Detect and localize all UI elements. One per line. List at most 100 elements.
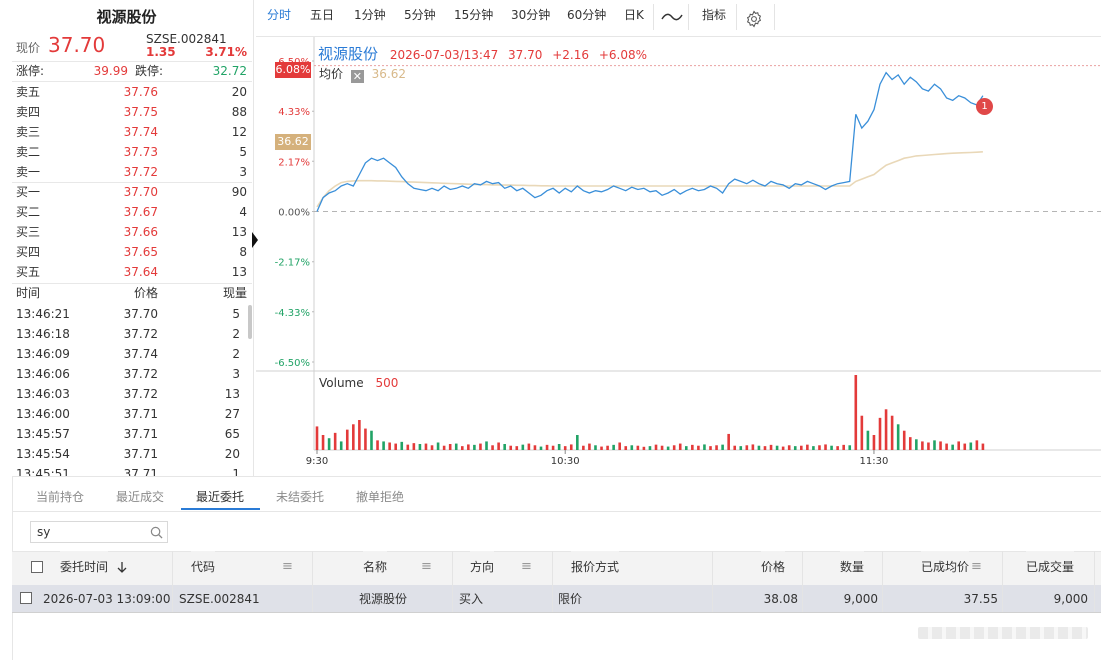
volume-bar <box>945 443 948 450</box>
select-all-checkbox[interactable] <box>31 561 43 573</box>
volume-bar <box>648 446 652 450</box>
tab-positions[interactable]: 当前持仓 <box>36 488 84 505</box>
volume-value: 500 <box>375 376 399 390</box>
table-row[interactable] <box>12 585 1101 613</box>
line-style-icon[interactable] <box>661 10 683 24</box>
volume-bar <box>921 441 924 450</box>
table-scrollbar[interactable] <box>918 627 1088 639</box>
col-avg-fill-menu-icon[interactable]: ≡ <box>971 559 982 574</box>
orderbook-row[interactable]: 卖三 37.74 12 <box>0 122 253 142</box>
row-checkbox[interactable] <box>20 592 32 604</box>
settings-gear-icon[interactable] <box>745 10 763 28</box>
order-search-box[interactable] <box>30 521 168 543</box>
volume-bar <box>709 446 712 450</box>
volume-bar <box>400 441 404 450</box>
tab-recent-orders[interactable]: 最近委托 <box>196 488 244 505</box>
tick-price: 37.70 <box>123 307 158 321</box>
orderbook-row[interactable]: 买三 37.66 13 <box>0 222 253 242</box>
tick-row: 13:46:00 37.71 27 <box>0 404 246 424</box>
tab-recent-trades[interactable]: 最近成交 <box>116 488 164 505</box>
volume-bar <box>896 424 900 450</box>
tab-open-orders[interactable]: 未结委托 <box>276 488 324 505</box>
volume-bar <box>787 445 791 450</box>
orderbook-price: 37.65 <box>123 245 158 259</box>
orderbook-volume: 12 <box>231 125 247 139</box>
orderbook-row[interactable]: 卖五 37.76 20 <box>0 82 253 102</box>
chart-info-line: 视源股份 2026-07-03/13:47 37.70 +2.16 +6.08% <box>318 43 647 64</box>
tab-15min[interactable]: 15分钟 <box>454 6 493 23</box>
col-quantity[interactable]: 数量 <box>840 551 865 584</box>
y-tick-label: -4.33% <box>275 308 310 319</box>
orderbook-row[interactable]: 买二 37.67 4 <box>0 202 253 222</box>
tick-list-scrollbar[interactable] <box>248 305 252 339</box>
tab-30min[interactable]: 30分钟 <box>511 6 550 23</box>
indicator-button[interactable]: 指标 <box>702 6 726 23</box>
col-price[interactable]: 价格 <box>761 551 786 584</box>
orderbook-price: 37.74 <box>123 125 158 139</box>
tick-volume: 2 <box>232 327 240 341</box>
tab-5min[interactable]: 5分钟 <box>404 6 436 23</box>
order-search-input[interactable] <box>37 524 145 540</box>
volume-bar <box>527 443 531 450</box>
x-tick-label: 10:30 <box>551 456 580 467</box>
tab-cancel-rejected[interactable]: 撤单拒绝 <box>356 488 404 505</box>
orderbook-price: 37.67 <box>123 205 158 219</box>
avg-legend: 均价 ✕ 36.62 <box>319 65 406 83</box>
event-marker[interactable]: 1 <box>976 98 993 115</box>
price-change-pct: 3.71% <box>205 45 247 59</box>
volume-bar <box>612 444 615 450</box>
row-price: 38.08 <box>763 592 798 606</box>
search-icon[interactable] <box>150 526 163 539</box>
col-code[interactable]: 代码 <box>191 551 216 584</box>
tab-timeshare[interactable]: 分时 <box>267 6 291 23</box>
ticks-header-price: 价格 <box>133 286 158 300</box>
volume-bar <box>793 446 797 450</box>
limit-down-value: 32.72 <box>212 64 247 78</box>
orderbook-level: 卖三 <box>16 125 41 139</box>
tick-volume: 2 <box>232 347 240 361</box>
intraday-chart[interactable]: 6.50%4.33%2.17%0.00%-2.17%-4.33%-6.50%9:… <box>256 37 1101 474</box>
tab-60min[interactable]: 60分钟 <box>567 6 606 23</box>
tab-1min[interactable]: 1分钟 <box>354 6 386 23</box>
orderbook-level: 卖二 <box>16 145 41 159</box>
col-direction-menu-icon[interactable]: ≡ <box>521 559 532 574</box>
col-price-type[interactable]: 报价方式 <box>571 551 620 584</box>
col-order-time[interactable]: 委托时间 <box>60 551 109 584</box>
row-price-type: 限价 <box>558 592 583 606</box>
row-order-time: 2026-07-03 13:09:00 <box>43 592 171 606</box>
avg-price-line <box>316 151 983 208</box>
row-quantity: 9,000 <box>843 592 878 606</box>
ticks-header-vol: 现量 <box>222 286 247 300</box>
col-code-menu-icon[interactable]: ≡ <box>282 559 293 574</box>
volume-bar <box>388 442 391 450</box>
col-name[interactable]: 名称 <box>363 551 388 584</box>
tab-daily-k[interactable]: 日K <box>624 6 644 23</box>
row-code: SZSE.002841 <box>179 592 260 606</box>
volume-bar <box>606 445 609 450</box>
tab-five-day[interactable]: 五日 <box>310 6 334 23</box>
avg-toggle-close-icon[interactable]: ✕ <box>350 70 364 83</box>
orderbook-row[interactable]: 卖二 37.73 5 <box>0 142 253 162</box>
tick-time: 13:46:18 <box>16 327 70 341</box>
orderbook-row[interactable]: 卖一 37.72 3 <box>0 162 253 182</box>
tick-row: 13:45:57 37.71 65 <box>0 424 246 444</box>
col-filled-qty[interactable]: 已成交量 <box>1026 551 1075 584</box>
tick-price: 37.72 <box>123 387 158 401</box>
col-name-menu-icon[interactable]: ≡ <box>421 559 432 574</box>
row-name: 视源股份 <box>359 592 408 606</box>
col-avg-fill[interactable]: 已成均价 <box>921 551 970 584</box>
col-direction[interactable]: 方向 <box>470 551 495 584</box>
orderbook-row[interactable]: 买四 37.65 8 <box>0 242 253 262</box>
volume-bar <box>878 417 882 450</box>
orderbook-row[interactable]: 买一 37.70 90 <box>0 182 253 202</box>
tick-volume: 3 <box>232 367 240 381</box>
row-filled-qty: 9,000 <box>1053 592 1088 606</box>
orderbook-row[interactable]: 卖四 37.75 88 <box>0 102 253 122</box>
volume-bar <box>600 446 603 450</box>
sort-desc-arrow-icon[interactable] <box>117 562 127 574</box>
orderbook-row[interactable]: 买五 37.64 13 <box>0 262 253 282</box>
volume-bar <box>727 433 730 450</box>
tick-row: 13:45:54 37.71 20 <box>0 444 246 464</box>
volume-bar <box>666 446 670 450</box>
volume-bar <box>594 445 597 450</box>
